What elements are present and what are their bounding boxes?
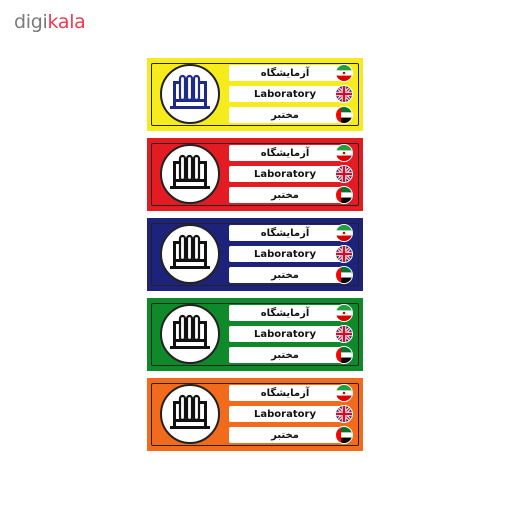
product-image-signs: آزمایشگاه Laboratory مختبر آزمایشگاه Laborat… (147, 58, 363, 458)
test-tube-rack-icon (170, 154, 210, 194)
label-persian: آزمایشگاه (229, 145, 341, 161)
label-row-persian: آزمایشگاه (229, 304, 354, 322)
uae-flag-icon (335, 346, 353, 364)
label-row-english: Laboratory (229, 325, 354, 343)
iran-flag-icon (335, 64, 353, 82)
label-rows: آزمایشگاه Laboratory مختبر (229, 224, 354, 287)
uk-flag-icon (335, 165, 353, 183)
label-arabic: مختبر (229, 107, 341, 123)
label-row-arabic: مختبر (229, 266, 354, 284)
label-arabic: مختبر (229, 267, 341, 283)
uae-flag-icon (335, 426, 353, 444)
label-row-arabic: مختبر (229, 106, 354, 124)
uk-flag-icon (335, 405, 353, 423)
label-persian: آزمایشگاه (229, 385, 341, 401)
label-english: Laboratory (229, 86, 341, 102)
label-arabic: مختبر (229, 347, 341, 363)
sign-card: آزمایشگاه Laboratory مختبر (147, 218, 363, 291)
sign-card: آزمایشگاه Laboratory مختبر (147, 378, 363, 451)
label-row-persian: آزمایشگاه (229, 224, 354, 242)
label-row-persian: آزمایشگاه (229, 64, 354, 82)
label-rows: آزمایشگاه Laboratory مختبر (229, 304, 354, 367)
uk-flag-icon (335, 325, 353, 343)
label-rows: آزمایشگاه Laboratory مختبر (229, 144, 354, 207)
label-rows: آزمایشگاه Laboratory مختبر (229, 384, 354, 447)
test-tube-rack-icon (170, 234, 210, 274)
uae-flag-icon (335, 106, 353, 124)
label-english: Laboratory (229, 246, 341, 262)
lab-rack-badge (160, 144, 220, 204)
label-rows: آزمایشگاه Laboratory مختبر (229, 64, 354, 127)
label-row-arabic: مختبر (229, 426, 354, 444)
label-english: Laboratory (229, 326, 341, 342)
label-row-arabic: مختبر (229, 346, 354, 364)
label-row-persian: آزمایشگاه (229, 144, 354, 162)
iran-flag-icon (335, 304, 353, 322)
lab-rack-badge (160, 384, 220, 444)
iran-flag-icon (335, 144, 353, 162)
logo-text-digi: digi (14, 11, 48, 33)
test-tube-rack-icon (170, 314, 210, 354)
label-english: Laboratory (229, 166, 341, 182)
lab-rack-badge (160, 224, 220, 284)
label-persian: آزمایشگاه (229, 65, 341, 81)
digikala-logo[interactable]: digikala (14, 11, 86, 33)
label-row-arabic: مختبر (229, 186, 354, 204)
uk-flag-icon (335, 245, 353, 263)
test-tube-rack-icon (170, 74, 210, 114)
label-row-english: Laboratory (229, 165, 354, 183)
lab-rack-badge (160, 64, 220, 124)
uk-flag-icon (335, 85, 353, 103)
label-row-english: Laboratory (229, 245, 354, 263)
uae-flag-icon (335, 266, 353, 284)
label-arabic: مختبر (229, 427, 341, 443)
test-tube-rack-icon (170, 394, 210, 434)
label-persian: آزمایشگاه (229, 305, 341, 321)
iran-flag-icon (335, 384, 353, 402)
lab-rack-badge (160, 304, 220, 364)
label-arabic: مختبر (229, 187, 341, 203)
label-row-persian: آزمایشگاه (229, 384, 354, 402)
sign-card: آزمایشگاه Laboratory مختبر (147, 58, 363, 131)
uae-flag-icon (335, 186, 353, 204)
logo-text-kala: kala (47, 11, 86, 33)
label-persian: آزمایشگاه (229, 225, 341, 241)
sign-card: آزمایشگاه Laboratory مختبر (147, 138, 363, 211)
sign-card: آزمایشگاه Laboratory مختبر (147, 298, 363, 371)
iran-flag-icon (335, 224, 353, 242)
label-row-english: Laboratory (229, 85, 354, 103)
label-row-english: Laboratory (229, 405, 354, 423)
label-english: Laboratory (229, 406, 341, 422)
